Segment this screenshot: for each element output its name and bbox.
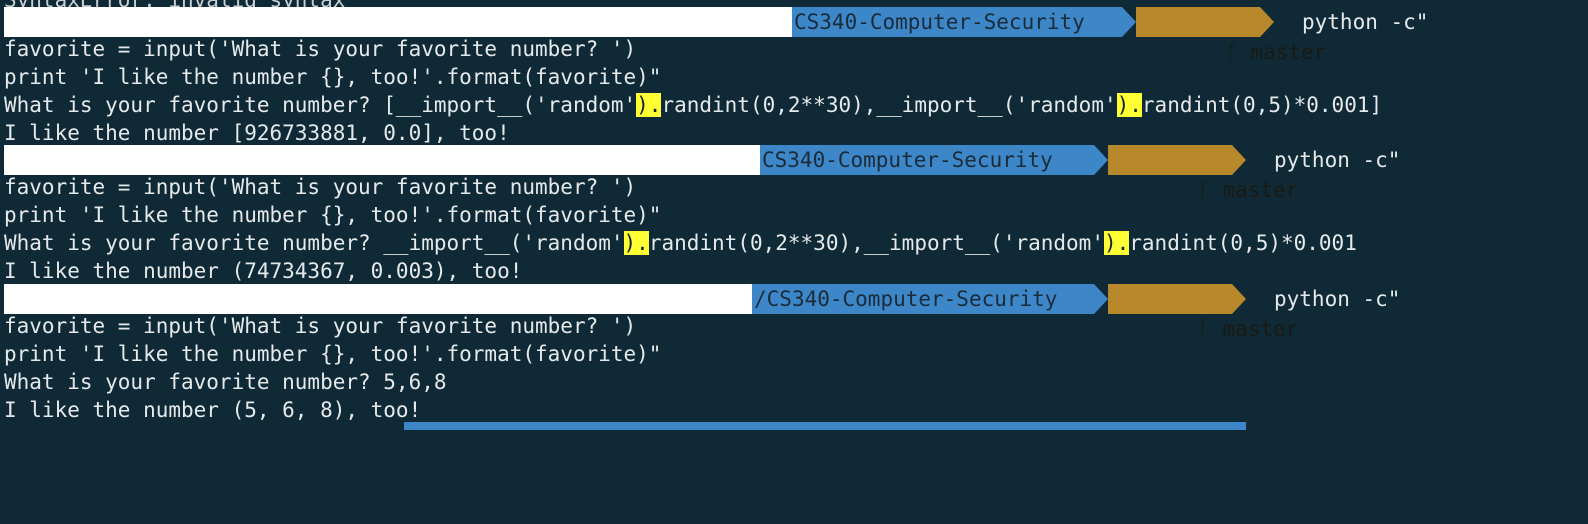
prompt-path-segment: CS340-Computer-Security [760,145,1094,175]
prompt-command: python -c" [1274,287,1401,311]
prompt-branch-segment: ᚴ master [1136,7,1326,64]
redacted-path-prefix [4,7,792,37]
prompt-path: CS340-Computer-Security [762,148,1053,172]
segment-separator-icon [1094,145,1108,175]
redacted-path-prefix [4,145,760,175]
prompt-branch: master [1222,178,1299,202]
prompt-command: python -c" [1274,148,1401,172]
output-line: I like the number (5, 6, 8), too! [4,398,422,422]
prompt-command: python -c" [1302,10,1429,34]
git-branch-icon: ᚴ [1197,317,1211,341]
prompt-path-segment: /CS340-Computer-Security [752,284,1094,314]
input-line: What is your favorite number? [__import_… [4,91,1382,119]
prompt-branch: master [1250,40,1327,64]
prompt-path: CS340-Computer-Security [766,287,1058,311]
prompt-path: CS340-Computer-Security [794,10,1085,34]
input-line: What is your favorite number? 5,6,8 [4,368,447,396]
git-branch-icon: ᚴ [1197,178,1211,202]
segment-separator-icon [1122,7,1136,37]
next-prompt-partial [404,422,1246,430]
segment-separator-icon [1094,284,1108,314]
code-line: print 'I like the number {}, too!'.forma… [4,203,662,227]
match-highlight: ). [1116,93,1142,117]
output-line: I like the number [926733881, 0.0], too! [4,121,510,145]
input-text: What is your favorite number? [__import_… [4,93,637,117]
output-line: I like the number (74734367, 0.003), too… [4,259,523,283]
code-line: print 'I like the number {}, too!'.forma… [4,342,662,366]
input-text: What is your favorite number? 5,6,8 [4,370,447,394]
input-text: randint(0,2**30),__import__('random' [661,93,1117,117]
code-line: print 'I like the number {}, too!'.forma… [4,65,662,89]
match-highlight: ). [636,93,662,117]
prompt-branch-segment: ᚴ master [1108,145,1298,202]
segment-separator-icon [1232,284,1246,314]
code-line: favorite = input('What is your favorite … [4,314,637,338]
prompt-branch: master [1222,317,1299,341]
input-text: randint(0,2**30),__import__('random' [648,231,1104,255]
match-highlight: ). [1103,231,1130,255]
prompt-path-segment: CS340-Computer-Security [792,7,1122,37]
shell-prompt: CS340-Computer-Security ᚴ master python -… [0,145,1588,202]
shell-prompt: CS340-Computer-Security ᚴ master python -… [0,7,1588,64]
prompt-branch-segment: ᚴ master [1108,284,1298,341]
input-text: randint(0,5)*0.001 [1129,231,1357,255]
redacted-path-prefix [4,284,752,314]
code-line: favorite = input('What is your favorite … [4,175,637,199]
input-text: randint(0,5)*0.001] [1141,93,1383,117]
shell-prompt: /CS340-Computer-Security ᚴ master python … [0,284,1588,341]
git-branch-icon: ᚴ [1225,40,1239,64]
segment-separator-icon [1232,145,1246,175]
code-line: favorite = input('What is your favorite … [4,37,637,61]
input-line: What is your favorite number? __import__… [4,229,1357,257]
input-text: What is your favorite number? __import__… [4,231,624,255]
match-highlight: ). [623,231,649,255]
segment-separator-icon [1260,7,1274,37]
